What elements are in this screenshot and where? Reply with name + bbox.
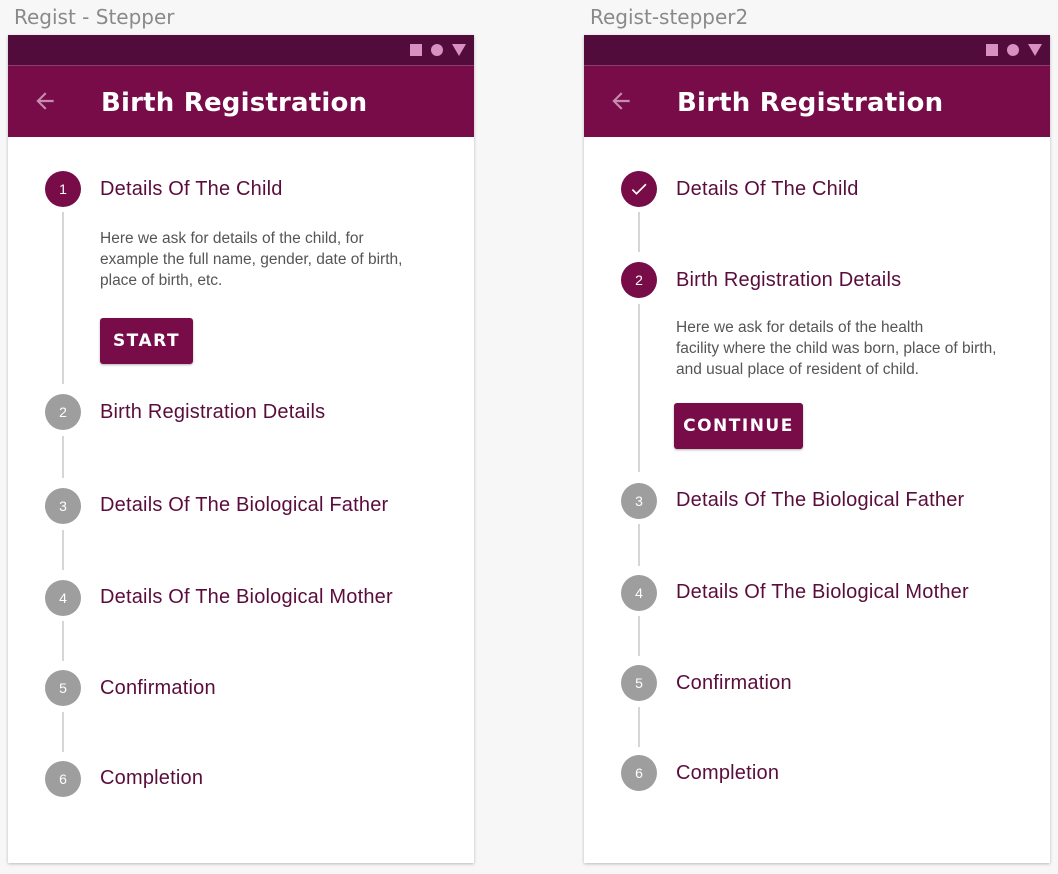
screen-stepper-2: Birth Registration Details Of The Child … [584,35,1050,863]
continue-button[interactable]: CONTINUE [674,403,803,449]
step-3-indicator: 3 [621,483,657,519]
app-bar: Birth Registration [8,66,474,137]
triangle-icon [1028,44,1042,56]
step-3-title[interactable]: Details Of The Biological Father [100,494,388,517]
step-connector [638,707,640,747]
circle-icon [431,44,443,56]
circle-icon [1007,44,1019,56]
square-icon [986,44,998,56]
step-5-indicator: 5 [621,665,657,701]
app-bar: Birth Registration [584,66,1050,137]
step-6-title[interactable]: Completion [676,762,779,785]
step-5-title[interactable]: Confirmation [676,672,792,695]
step-6-indicator: 6 [45,761,81,797]
arrow-left-icon[interactable] [32,88,58,114]
step-1-indicator: 1 [45,171,81,207]
step-connector [62,530,64,570]
step-5-title[interactable]: Confirmation [100,677,216,700]
step-1-indicator [621,171,657,207]
check-icon [631,183,647,195]
step-2-indicator: 2 [621,262,657,298]
step-1-title[interactable]: Details Of The Child [100,178,283,201]
step-6-title[interactable]: Completion [100,767,203,790]
page-title: Birth Registration [677,88,944,118]
step-4-title[interactable]: Details Of The Biological Mother [100,586,393,609]
step-1-title[interactable]: Details Of The Child [676,178,859,201]
arrow-left-icon[interactable] [608,88,634,114]
step-4-title[interactable]: Details Of The Biological Mother [676,581,969,604]
triangle-icon [452,44,466,56]
step-1-description: Here we ask for details of the child, fo… [100,230,403,289]
step-3-title[interactable]: Details Of The Biological Father [676,489,964,512]
step-2-title[interactable]: Birth Registration Details [676,269,901,292]
step-connector [638,212,640,252]
step-connector [62,621,64,661]
step-3-indicator: 3 [45,488,81,524]
square-icon [410,44,422,56]
step-4-indicator: 4 [45,580,81,616]
step-2-indicator: 2 [45,394,81,430]
step-connector [62,212,64,384]
artboard-label: Regist - Stepper [14,5,175,29]
step-connector [62,436,64,478]
start-button[interactable]: START [100,318,193,364]
step-connector [638,616,640,656]
step-2-description: Here we ask for details of the health fa… [676,319,997,378]
page-title: Birth Registration [101,88,368,118]
step-2-title[interactable]: Birth Registration Details [100,401,325,424]
step-connector [62,712,64,752]
step-4-indicator: 4 [621,575,657,611]
status-bar [584,35,1050,66]
step-6-indicator: 6 [621,755,657,791]
step-connector [638,304,640,472]
artboard-label: Regist-stepper2 [590,5,749,29]
step-5-indicator: 5 [45,670,81,706]
step-connector [638,524,640,566]
status-bar [8,35,474,66]
screen-stepper-1: Birth Registration 1 Details Of The Chil… [8,35,474,863]
